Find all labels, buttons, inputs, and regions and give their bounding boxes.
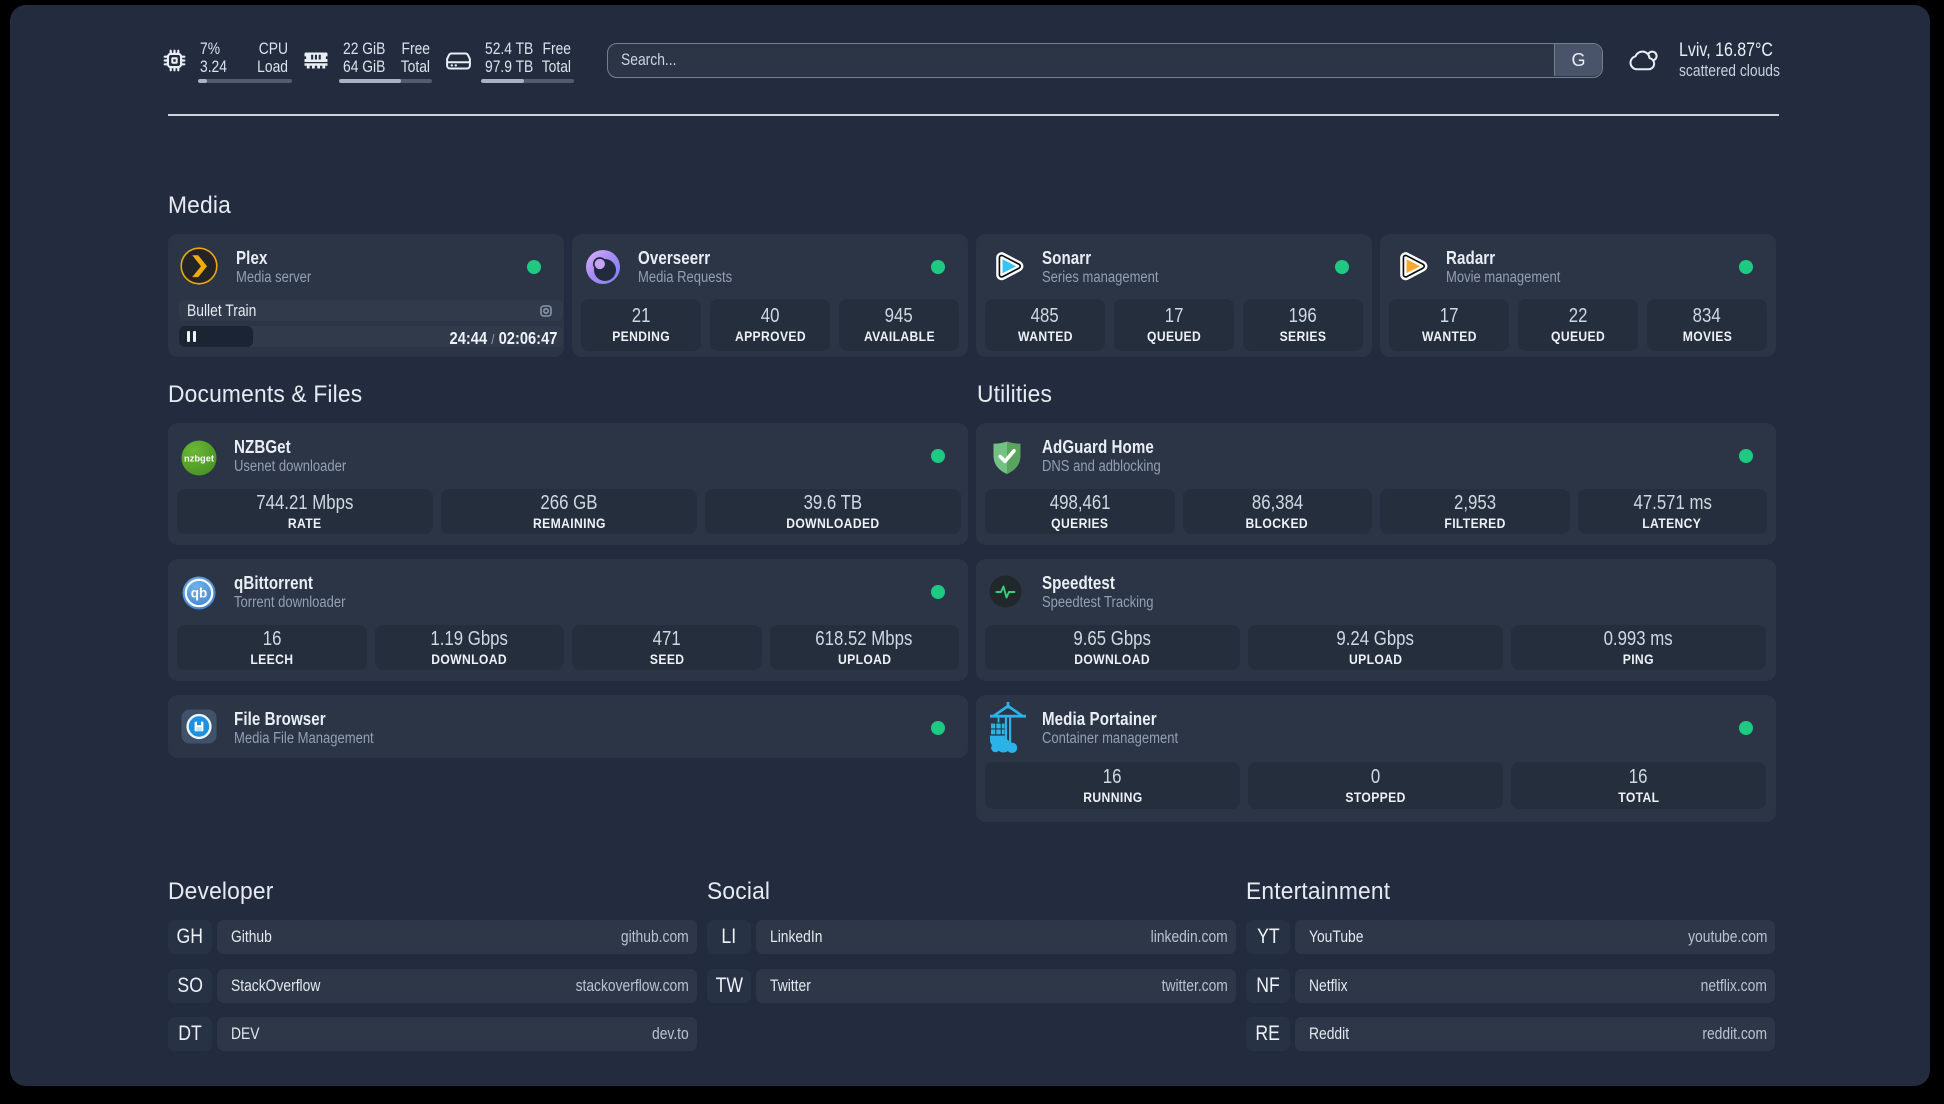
svg-text:nzbget: nzbget <box>184 454 214 464</box>
svg-text:qb: qb <box>191 586 208 601</box>
